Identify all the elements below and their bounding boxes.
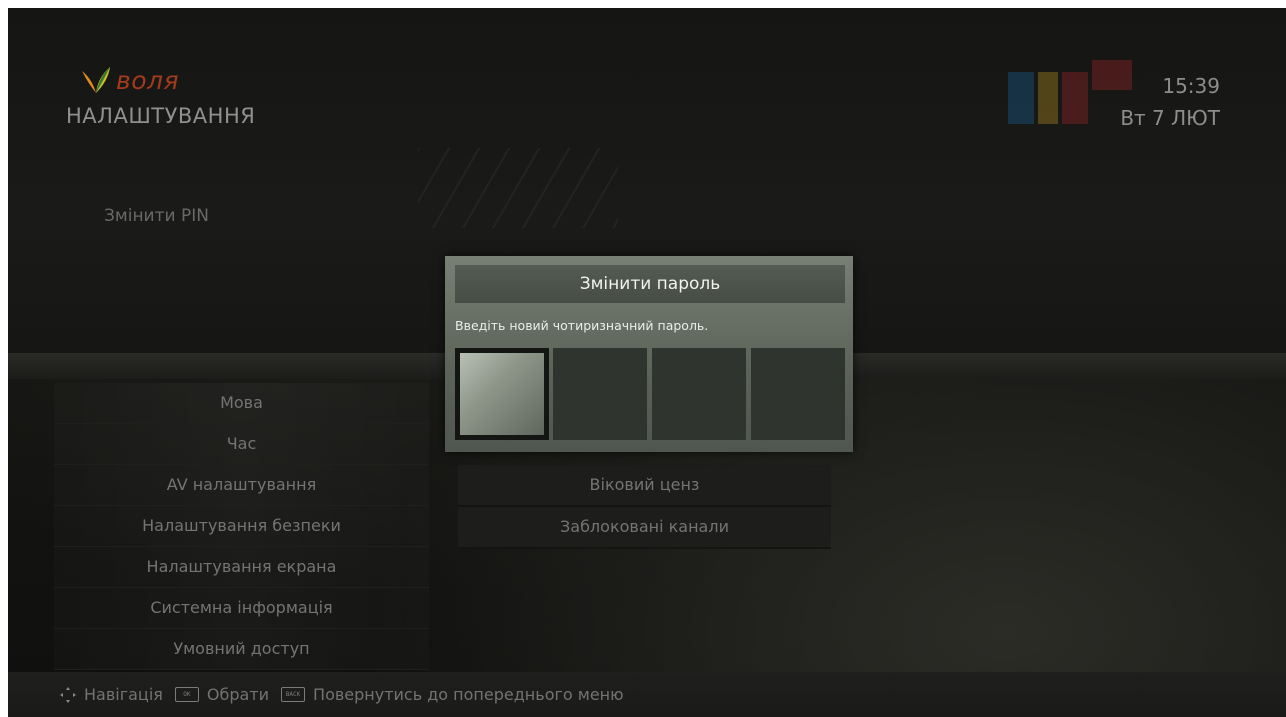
change-password-dialog: Змінити пароль Введіть новий чотиризначн… xyxy=(445,256,853,452)
settings-menu: Мова Час AV налаштування Налаштування бе… xyxy=(54,383,429,670)
section-label: Змінити PIN xyxy=(104,206,209,226)
menu-item-conditional-access[interactable]: Умовний доступ xyxy=(54,629,429,670)
back-hint-label: Повернутись до попереднього меню xyxy=(313,685,624,704)
security-submenu: Віковий ценз Заблоковані канали xyxy=(458,465,831,549)
dialog-hint: Введіть новий чотиризначний пароль. xyxy=(455,318,709,333)
leaf-icon xyxy=(82,67,110,93)
tv-screen: воля НАЛАШТУВАННЯ 15:39 Вт 7 ЛЮТ Змінити… xyxy=(8,8,1286,717)
submenu-item-age-rating[interactable]: Віковий ценз xyxy=(458,465,831,507)
back-key-icon: BACK xyxy=(281,687,306,702)
menu-item-screen-settings[interactable]: Налаштування екрана xyxy=(54,547,429,588)
menu-item-security-settings[interactable]: Налаштування безпеки xyxy=(54,506,429,547)
submenu-item-blocked-channels[interactable]: Заблоковані канали xyxy=(458,507,831,549)
dialog-title: Змінити пароль xyxy=(455,265,845,303)
menu-item-time[interactable]: Час xyxy=(54,424,429,465)
menu-item-system-info[interactable]: Системна інформація xyxy=(54,588,429,629)
ok-key-icon: OK xyxy=(174,687,199,702)
select-hint-label: Обрати xyxy=(206,685,270,704)
pin-digit-3[interactable] xyxy=(652,348,746,440)
brand-logo: воля xyxy=(78,63,179,97)
page-title: НАЛАШТУВАННЯ xyxy=(66,104,256,128)
background-decoration xyxy=(418,148,618,228)
pin-input-row xyxy=(455,348,847,440)
menu-item-language[interactable]: Мова xyxy=(54,383,429,424)
pin-digit-2[interactable] xyxy=(553,348,647,440)
brand-name: воля xyxy=(116,65,180,95)
menu-item-av-settings[interactable]: AV налаштування xyxy=(54,465,429,506)
channel-logo-watermark xyxy=(1008,60,1132,124)
pin-digit-4[interactable] xyxy=(751,348,845,440)
navigation-arrows-icon xyxy=(60,686,76,703)
nav-hint-label: Навігація xyxy=(84,685,163,704)
footer-hint-bar: Навігація OK Обрати BACK Повернутись до … xyxy=(8,672,1286,717)
pin-digit-1[interactable] xyxy=(455,348,549,440)
